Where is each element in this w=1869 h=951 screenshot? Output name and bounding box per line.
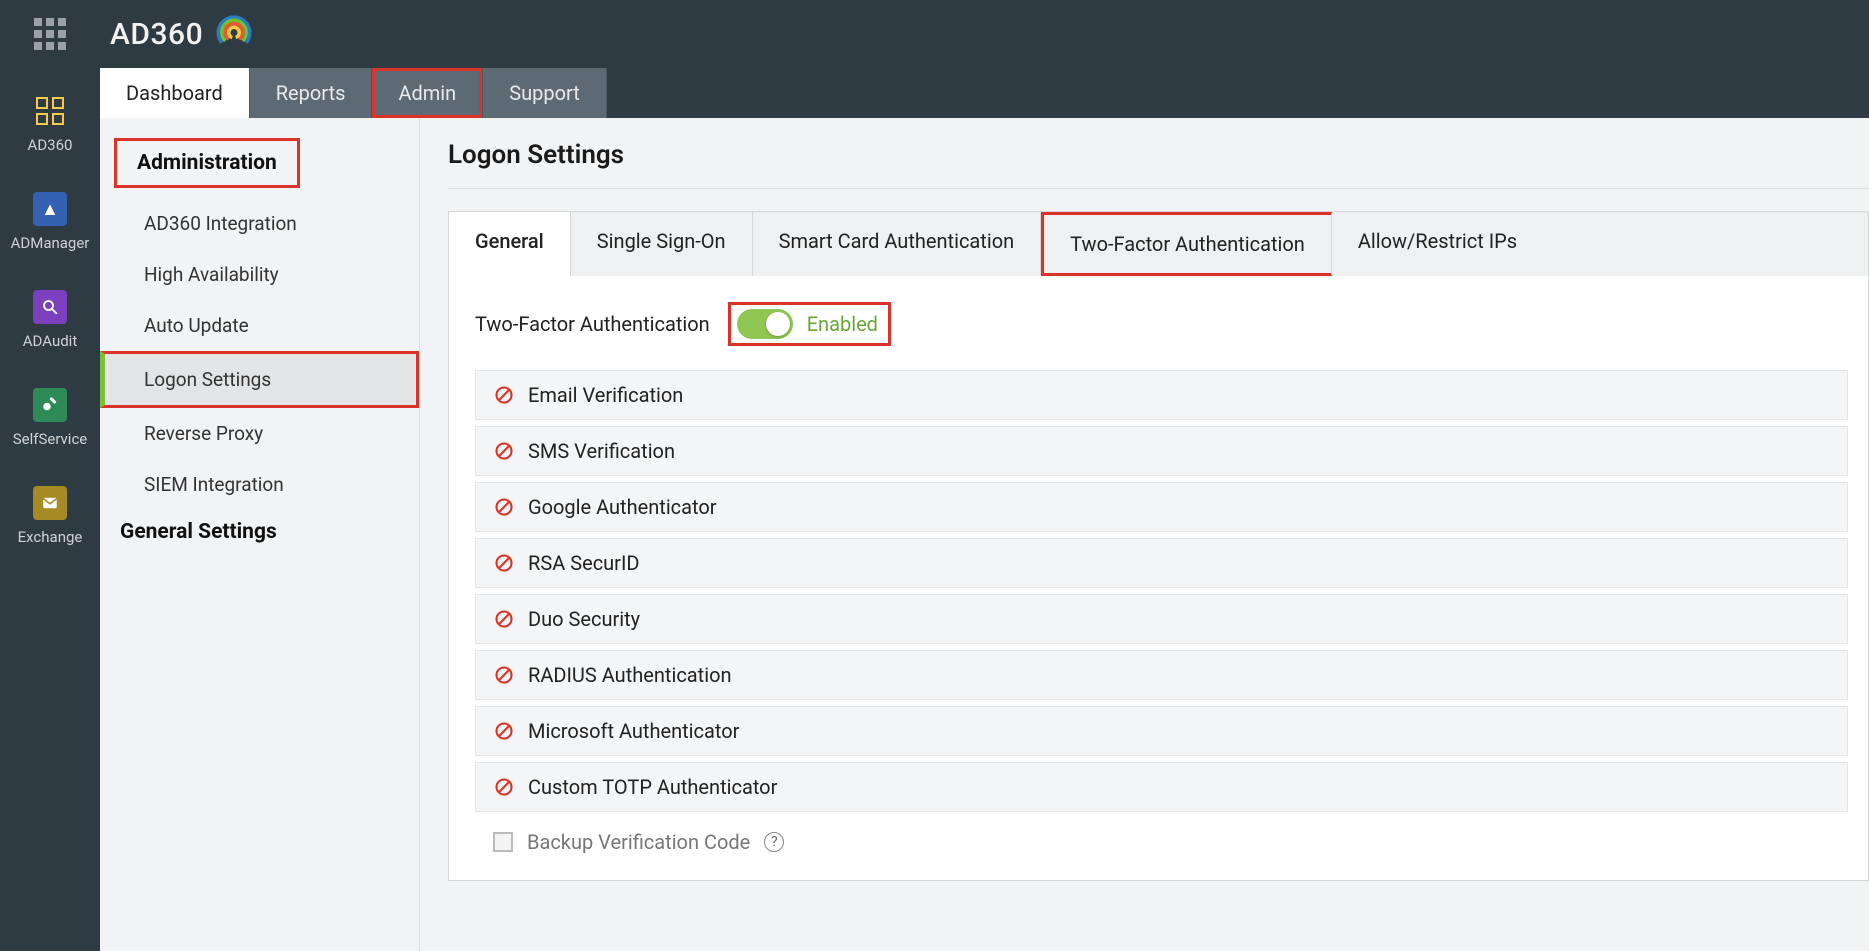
subtabs: General Single Sign-On Smart Card Authen… xyxy=(448,211,1869,276)
tfa-method-list: Email Verification SMS Verification xyxy=(475,370,1848,812)
sidenav-item-high-availability[interactable]: High Availability xyxy=(100,249,419,300)
method-email-verification[interactable]: Email Verification xyxy=(475,370,1848,420)
sidenav-item-logon-settings[interactable]: Logon Settings xyxy=(100,351,419,408)
exchange-icon xyxy=(33,486,67,520)
page-content: Logon Settings General Single Sign-On Sm… xyxy=(420,118,1869,951)
tfa-panel: Two-Factor Authentication Enabled Email … xyxy=(448,276,1869,881)
method-rsa-securid[interactable]: RSA SecurID xyxy=(475,538,1848,588)
method-label: Microsoft Authenticator xyxy=(528,719,739,743)
topbar: AD360 xyxy=(100,0,1869,68)
disabled-icon xyxy=(494,609,514,629)
method-microsoft-authenticator[interactable]: Microsoft Authenticator xyxy=(475,706,1848,756)
tab-dashboard[interactable]: Dashboard xyxy=(100,68,250,118)
disabled-icon xyxy=(494,777,514,797)
tab-reports[interactable]: Reports xyxy=(250,68,373,118)
sidebar-item-admanager[interactable]: ▲ ADManager xyxy=(11,192,90,252)
brand: AD360 xyxy=(110,13,255,55)
sidenav-heading-general-settings: General Settings xyxy=(100,510,297,554)
sidebar-item-label: Exchange xyxy=(18,528,83,546)
subtab-tfa[interactable]: Two-Factor Authentication xyxy=(1041,212,1332,276)
sidenav-item-auto-update[interactable]: Auto Update xyxy=(100,300,419,351)
disabled-icon xyxy=(494,497,514,517)
sidenav-item-reverse-proxy[interactable]: Reverse Proxy xyxy=(100,408,419,459)
disabled-icon xyxy=(494,441,514,461)
sidenav-item-siem-integration[interactable]: SIEM Integration xyxy=(100,459,419,510)
tfa-status-text: Enabled xyxy=(807,312,878,336)
backup-checkbox[interactable] xyxy=(493,832,513,852)
backup-verification-row: Backup Verification Code ? xyxy=(475,812,1848,854)
help-icon[interactable]: ? xyxy=(764,832,784,852)
method-sms-verification[interactable]: SMS Verification xyxy=(475,426,1848,476)
disabled-icon xyxy=(494,553,514,573)
sidebar-item-ad360[interactable]: AD360 xyxy=(28,94,73,154)
method-label: Email Verification xyxy=(528,383,683,407)
admanager-icon: ▲ xyxy=(33,192,67,226)
brand-name: AD360 xyxy=(110,17,203,52)
tab-admin[interactable]: Admin xyxy=(372,68,483,118)
brand-logo-icon xyxy=(213,13,255,55)
disabled-icon xyxy=(494,721,514,741)
sidebar-item-label: AD360 xyxy=(28,136,73,154)
divider xyxy=(448,188,1869,189)
disabled-icon xyxy=(494,665,514,685)
page-title: Logon Settings xyxy=(448,140,1869,170)
sidebar-item-label: ADAudit xyxy=(23,332,77,350)
adaudit-icon xyxy=(33,290,67,324)
disabled-icon xyxy=(494,385,514,405)
sidebar-item-adaudit[interactable]: ADAudit xyxy=(23,290,77,350)
secondary-sidebar: Administration AD360 Integration High Av… xyxy=(100,118,420,951)
method-duo-security[interactable]: Duo Security xyxy=(475,594,1848,644)
foursquare-icon xyxy=(33,94,67,128)
method-label: RSA SecurID xyxy=(528,551,640,575)
subtab-sso[interactable]: Single Sign-On xyxy=(571,212,753,276)
method-radius-authentication[interactable]: RADIUS Authentication xyxy=(475,650,1848,700)
apps-grid-icon[interactable] xyxy=(34,18,66,50)
sidenav-heading-administration: Administration xyxy=(114,138,300,188)
tfa-label: Two-Factor Authentication xyxy=(475,312,710,336)
method-label: RADIUS Authentication xyxy=(528,663,732,687)
method-label: Duo Security xyxy=(528,607,640,631)
sidebar-item-label: SelfService xyxy=(13,430,88,448)
method-label: SMS Verification xyxy=(528,439,675,463)
sidebar-item-exchange[interactable]: Exchange xyxy=(18,486,83,546)
backup-label: Backup Verification Code xyxy=(527,830,750,854)
subtab-smartcard[interactable]: Smart Card Authentication xyxy=(753,212,1042,276)
subtab-general[interactable]: General xyxy=(449,212,571,276)
method-google-authenticator[interactable]: Google Authenticator xyxy=(475,482,1848,532)
main-nav: Dashboard Reports Admin Support xyxy=(100,68,1869,118)
method-custom-totp[interactable]: Custom TOTP Authenticator xyxy=(475,762,1848,812)
subtab-allow-restrict-ips[interactable]: Allow/Restrict IPs xyxy=(1332,212,1543,276)
method-label: Google Authenticator xyxy=(528,495,717,519)
sidenav-item-ad360-integration[interactable]: AD360 Integration xyxy=(100,198,419,249)
method-label: Custom TOTP Authenticator xyxy=(528,775,777,799)
left-sidebar: AD360 ▲ ADManager ADAudit SelfService xyxy=(0,0,100,951)
tfa-toggle[interactable] xyxy=(737,309,793,339)
tab-support[interactable]: Support xyxy=(483,68,607,118)
sidebar-item-selfservice[interactable]: SelfService xyxy=(13,388,88,448)
sidebar-item-label: ADManager xyxy=(11,234,90,252)
selfservice-icon xyxy=(33,388,67,422)
